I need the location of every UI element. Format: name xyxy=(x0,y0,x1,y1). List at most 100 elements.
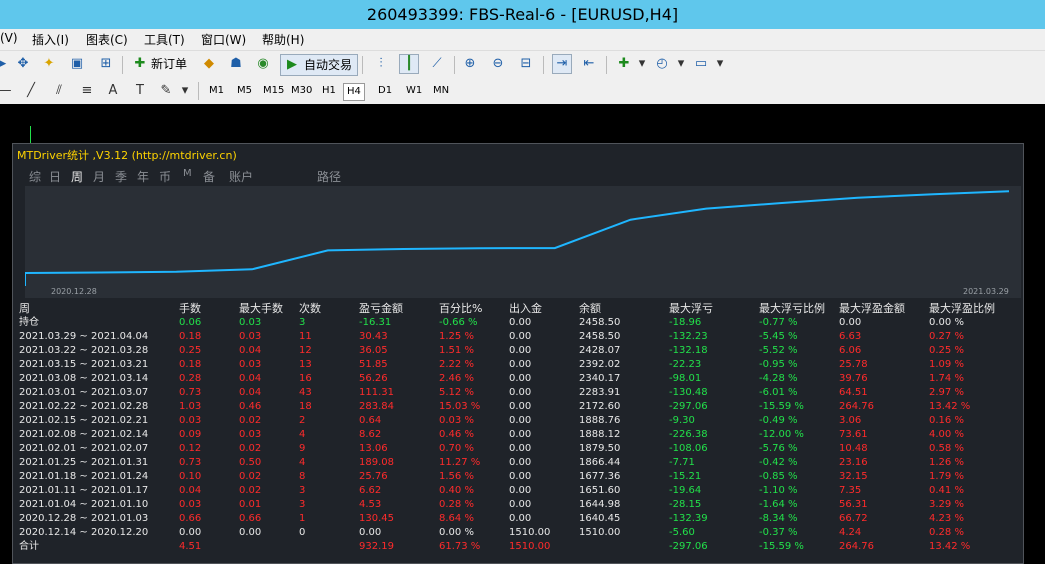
table-row: 2021.01.18 ~ 2021.01.24 0.10 0.02 8 25.76 1.5… xyxy=(19,470,1019,484)
cell-max-lots: 0.50 xyxy=(239,457,262,468)
cell-pnl: 盈亏金额 xyxy=(359,302,403,315)
hold-row: 持仓 0.06 0.03 3 -16.31 -0.66 % 0.00 2458.50 -18.9… xyxy=(19,316,1019,330)
expert-icon[interactable]: ◆ xyxy=(200,55,218,73)
candle-chart-icon[interactable]: ┃ xyxy=(399,54,419,74)
tab-account[interactable]: 账户 xyxy=(229,168,253,185)
table-row: 2021.03.01 ~ 2021.03.07 0.73 0.04 43 111.31 5… xyxy=(19,386,1019,400)
new-order-icon[interactable]: ✚ xyxy=(131,55,149,73)
tf-w1[interactable]: W1 xyxy=(403,83,425,99)
cell-pnl: 189.08 xyxy=(359,457,394,468)
label-icon[interactable]: T xyxy=(131,82,149,100)
line-chart-icon[interactable]: ⟋ xyxy=(428,55,446,73)
cell-deposit: 0.00 xyxy=(509,485,532,496)
tab-week[interactable]: 周 xyxy=(71,168,83,185)
tf-h4[interactable]: H4 xyxy=(343,83,365,101)
cell-count: 12 xyxy=(299,345,312,356)
channel-icon[interactable]: ⫽ xyxy=(50,82,68,100)
tf-d1[interactable]: D1 xyxy=(375,83,395,99)
tab-summary[interactable]: 综 xyxy=(29,168,41,185)
cell-max-float-loss: -98.01 xyxy=(669,373,702,384)
cell-lots: 0.00 xyxy=(179,527,202,538)
cell-count: 3 xyxy=(299,485,306,496)
indicators-icon[interactable]: ✚ xyxy=(615,55,633,73)
templates-icon[interactable]: ▭ xyxy=(692,55,710,73)
chevron-down-icon[interactable]: ▾ xyxy=(711,55,729,73)
table-header: 周 手数 最大手数 次数 盈亏金额 百分比% 出入金 余额 最大浮亏 最大浮亏比例 最大浮盈金额 最大… xyxy=(19,302,1019,316)
tab-currency[interactable]: 币 xyxy=(159,168,171,185)
menu-insert[interactable]: 插入(I) xyxy=(32,31,69,48)
chevron-down-icon[interactable]: ▾ xyxy=(672,55,690,73)
cell-balance: 1888.12 xyxy=(579,429,621,440)
cell-max-lots: 0.04 xyxy=(239,345,262,356)
chevron-down-icon[interactable]: ▾ xyxy=(633,55,651,73)
shapes-icon[interactable]: ✎ xyxy=(157,82,175,100)
zoom-in-icon[interactable]: ⊕ xyxy=(461,55,479,73)
tab-magic[interactable]: M xyxy=(183,168,192,179)
arrow-icon[interactable]: ▸ xyxy=(0,55,12,73)
cell-count: 13 xyxy=(299,359,312,370)
cell-lots: 0.06 xyxy=(179,317,202,328)
cell-week: 持仓 xyxy=(19,317,39,328)
auto-trade-button[interactable]: ▶ 自动交易 xyxy=(280,54,358,76)
cell-deposit: 0.00 xyxy=(509,471,532,482)
cell-count: 1 xyxy=(299,513,306,524)
cell-max-float-loss: -15.21 xyxy=(669,471,702,482)
tab-day[interactable]: 日 xyxy=(49,168,61,185)
fibonacci-icon[interactable]: ≡ xyxy=(78,82,96,100)
tile-windows-icon[interactable]: ⊟ xyxy=(517,55,535,73)
cell-max-float-loss-pct: -15.59 % xyxy=(759,401,804,412)
cell-max-float-loss-pct: -1.64 % xyxy=(759,499,798,510)
cell-max-float-loss-pct: -0.77 % xyxy=(759,317,798,328)
menu-help[interactable]: 帮助(H) xyxy=(262,31,304,48)
tf-m30[interactable]: M30 xyxy=(288,83,315,99)
window-icon[interactable]: ▣ xyxy=(68,55,86,73)
trendline-icon[interactable]: ╱ xyxy=(22,82,40,100)
cell-percent: 0.46 % xyxy=(439,429,474,440)
periods-icon[interactable]: ◴ xyxy=(653,55,671,73)
cell-count: 4 xyxy=(299,429,306,440)
tab-quarter[interactable]: 季 xyxy=(115,168,127,185)
cell-max-lots: 0.03 xyxy=(239,331,262,342)
cell-lots: 0.66 xyxy=(179,513,202,524)
menu-view[interactable]: (V) xyxy=(0,31,18,45)
cell-max-lots: 0.02 xyxy=(239,415,262,426)
tab-note[interactable]: 备 xyxy=(203,168,215,185)
tf-h1[interactable]: H1 xyxy=(319,83,339,99)
cell-week: 2021.02.08 ~ 2021.02.14 xyxy=(19,429,149,440)
chart-shift-icon[interactable]: ⇤ xyxy=(580,55,598,73)
menu-chart[interactable]: 图表(C) xyxy=(86,31,128,48)
auto-scroll-icon[interactable]: ⇥ xyxy=(552,54,572,74)
zoom-out-icon[interactable]: ⊖ xyxy=(489,55,507,73)
menu-window[interactable]: 窗口(W) xyxy=(201,31,246,48)
tf-m1[interactable]: M1 xyxy=(206,83,227,99)
bar-chart-icon[interactable]: ⫶ xyxy=(372,55,390,73)
signals-icon[interactable]: ☗ xyxy=(227,55,245,73)
cell-lots: 0.10 xyxy=(179,471,202,482)
cell-max-float-profit-pct: 最大浮盈比例 xyxy=(929,302,995,315)
cell-max-lots: 0.02 xyxy=(239,443,262,454)
tab-year[interactable]: 年 xyxy=(137,168,149,185)
text-icon[interactable]: A xyxy=(104,82,122,100)
new-order-button[interactable]: 新订单 xyxy=(151,54,187,74)
tab-path[interactable]: 路径 xyxy=(317,168,341,185)
cell-max-float-loss: -132.23 xyxy=(669,331,708,342)
horizontal-line-icon[interactable]: — xyxy=(0,82,14,100)
cell-pnl: 4.53 xyxy=(359,499,382,510)
cell-max-float-profit: 264.76 xyxy=(839,541,874,552)
tf-m5[interactable]: M5 xyxy=(234,83,255,99)
profiles-icon[interactable]: ✦ xyxy=(40,55,58,73)
tab-month[interactable]: 月 xyxy=(93,168,105,185)
cell-lots: 4.51 xyxy=(179,541,202,552)
tf-m15[interactable]: M15 xyxy=(260,83,287,99)
tf-mn[interactable]: MN xyxy=(430,83,452,99)
cell-lots: 0.73 xyxy=(179,457,202,468)
cell-count: 3 xyxy=(299,499,306,510)
crosshair-icon[interactable]: ✥ xyxy=(14,55,32,73)
cell-max-float-profit: 64.51 xyxy=(839,387,868,398)
menu-tools[interactable]: 工具(T) xyxy=(144,31,185,48)
zoom-window-icon[interactable]: ⊞ xyxy=(97,55,115,73)
chevron-down-icon[interactable]: ▾ xyxy=(176,82,194,100)
table-row: 2021.01.25 ~ 2021.01.31 0.73 0.50 4 189.08 11… xyxy=(19,456,1019,470)
cell-max-lots: 0.01 xyxy=(239,499,262,510)
radio-icon[interactable]: ◉ xyxy=(254,55,272,73)
